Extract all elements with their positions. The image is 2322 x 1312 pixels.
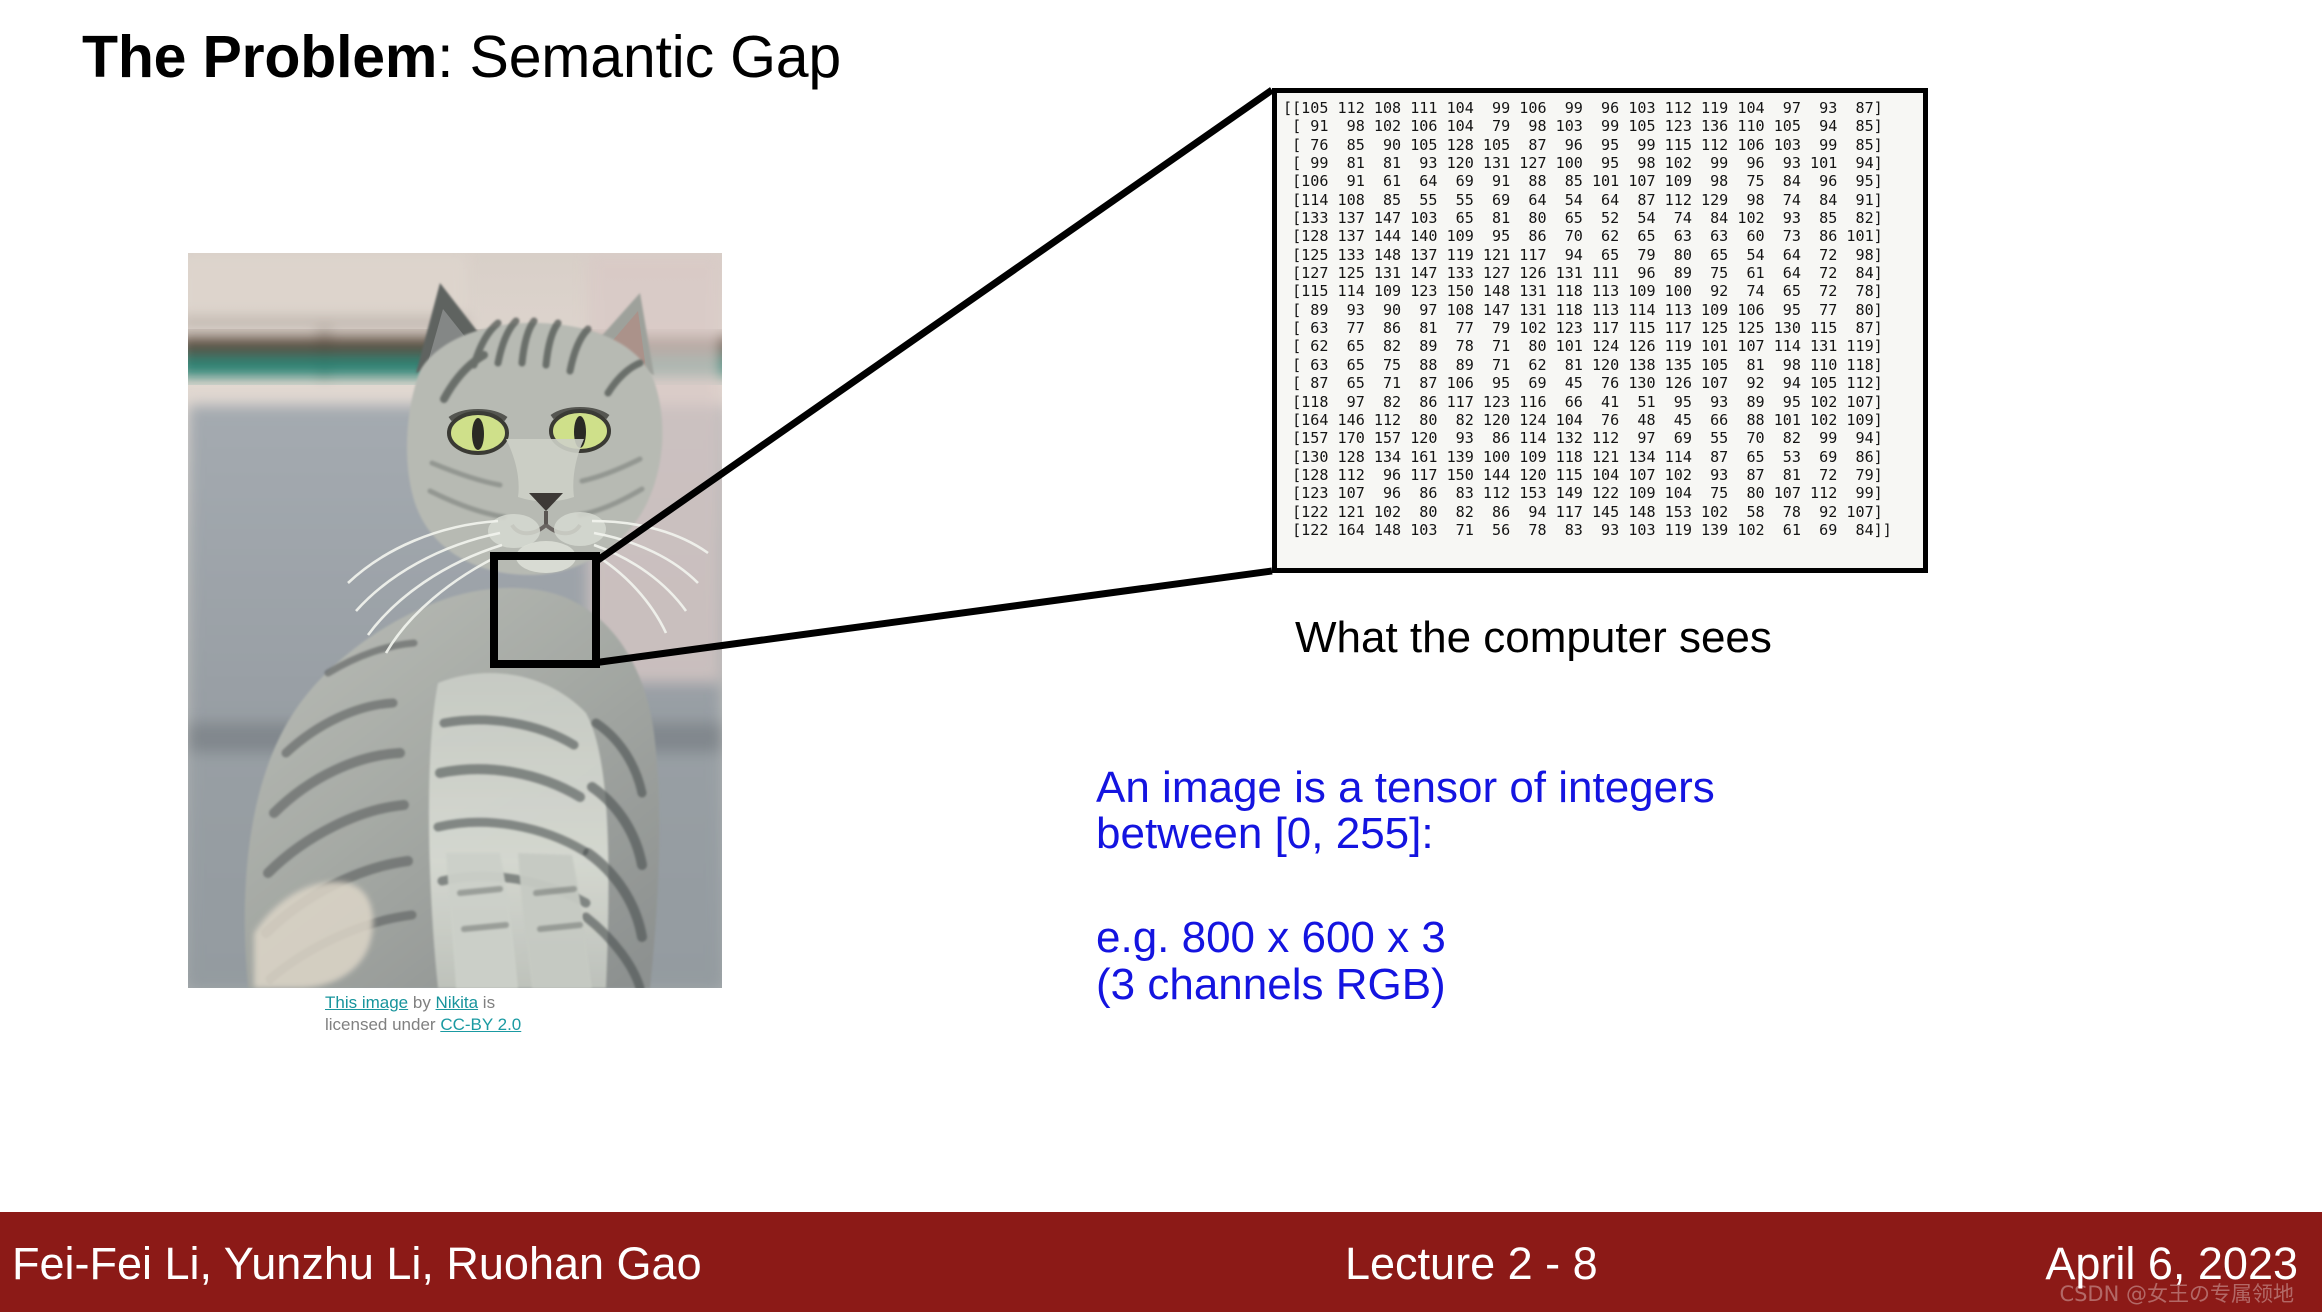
tensor-note-line-3: e.g. 800 x 600 x 3 [1096,913,1446,963]
tensor-note-line-4: (3 channels RGB) [1096,959,1446,1009]
page-title: The Problem: Semantic Gap [82,24,841,92]
tensor-note-spacer [1096,857,2096,915]
csdn-watermark: CSDN @女王の专属领地 [2059,1282,2294,1306]
page-title-bold: The Problem [82,24,438,90]
cat-figure [188,253,722,988]
footer-bar: Fei-Fei Li, Yunzhu Li, Ruohan Gao Lectur… [0,1212,2322,1312]
tensor-note: An image is a tensor of integers between… [1096,763,2096,1009]
page-title-rest: : Semantic Gap [437,24,841,90]
cat-photo-illustration [188,253,722,988]
cat-photo [188,253,722,988]
pixel-matrix-text: [[105 112 108 111 104 99 106 99 96 103 1… [1283,99,1892,539]
footer-lecture-number: Lecture 2 - 8 [1345,1238,1598,1289]
attribution-license-text: licensed under [325,1015,441,1035]
attribution-by-text: by [408,993,436,1012]
tensor-note-line-1: An image is a tensor of integers [1096,763,1715,812]
attribution-license-link[interactable]: CC-BY 2.0 [440,1015,521,1034]
attribution-image-link[interactable]: This image [325,993,408,1012]
footer-authors: Fei-Fei Li, Yunzhu Li, Ruohan Gao [12,1238,702,1289]
tensor-note-line-2: between [0, 255]: [1096,809,1434,859]
image-attribution: This image by Nikita is licensed under CC… [325,992,655,1037]
pixel-matrix-panel: [[105 112 108 111 104 99 106 99 96 103 1… [1272,88,1928,573]
attribution-author-link[interactable]: Nikita [436,993,479,1012]
matrix-caption: What the computer sees [1295,613,1772,662]
attribution-is-text: is [478,993,496,1012]
